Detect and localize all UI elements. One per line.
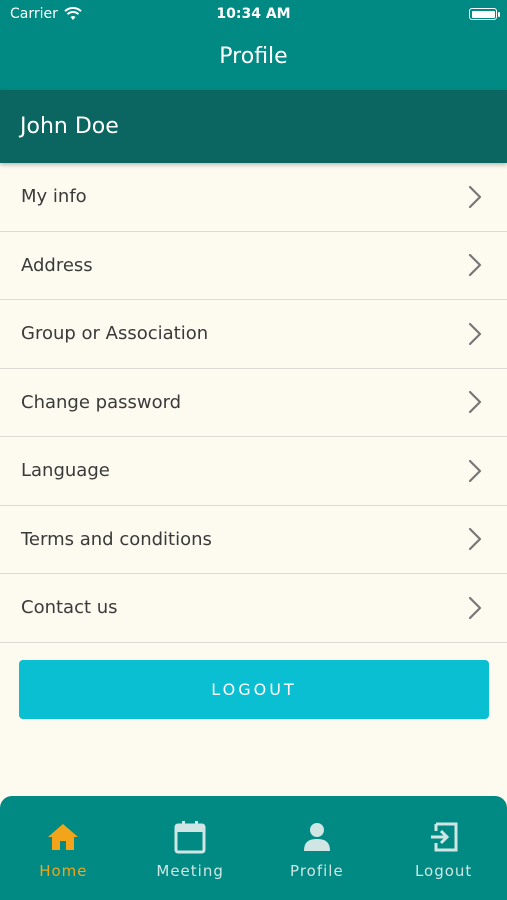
home-icon — [46, 820, 80, 854]
tab-home[interactable]: Home — [0, 796, 127, 900]
chevron-right-icon — [468, 254, 482, 277]
tab-label: Meeting — [156, 862, 224, 880]
menu-item-label: Terms and conditions — [21, 528, 212, 550]
chevron-right-icon — [468, 391, 482, 414]
header-bar: Carrier 10:34 AM Profile — [0, 0, 507, 90]
person-icon — [300, 820, 334, 854]
page-title: Profile — [219, 44, 288, 69]
user-name: John Doe — [20, 114, 119, 139]
tab-profile[interactable]: Profile — [254, 796, 381, 900]
menu-item-label: My info — [21, 186, 87, 208]
battery-icon — [469, 8, 500, 20]
tab-logout[interactable]: Logout — [380, 796, 507, 900]
chevron-right-icon — [468, 528, 482, 551]
menu-item-label: Change password — [21, 391, 182, 413]
menu-item-language[interactable]: Language — [0, 437, 507, 506]
chevron-right-icon — [468, 185, 482, 208]
menu-item-label: Address — [21, 254, 93, 276]
menu-item-change-password[interactable]: Change password — [0, 369, 507, 437]
chevron-right-icon — [468, 596, 482, 619]
user-name-bar: John Doe — [0, 90, 507, 163]
menu-item-group[interactable]: Group or Association — [0, 300, 507, 369]
tab-label: Profile — [290, 862, 344, 880]
tab-label: Logout — [414, 862, 473, 880]
menu-item-label: Language — [21, 460, 110, 482]
profile-menu: My info Address Group or Association Cha… — [0, 163, 507, 643]
logout-button[interactable]: LOGOUT — [19, 660, 489, 719]
menu-item-address[interactable]: Address — [0, 232, 507, 300]
tab-meeting[interactable]: Meeting — [127, 796, 254, 900]
calendar-icon — [173, 820, 207, 854]
chevron-right-icon — [468, 459, 482, 482]
menu-item-label: Contact us — [21, 597, 118, 619]
status-time: 10:34 AM — [216, 6, 291, 22]
menu-item-label: Group or Association — [21, 323, 209, 345]
status-bar: Carrier 10:34 AM — [0, 0, 507, 28]
bottom-tab-bar: Home Meeting Profile Logout — [0, 796, 507, 900]
logout-icon — [427, 820, 461, 854]
tab-label: Home — [39, 862, 88, 880]
menu-item-my-info[interactable]: My info — [0, 163, 507, 232]
menu-item-terms[interactable]: Terms and conditions — [0, 506, 507, 574]
menu-item-contact-us[interactable]: Contact us — [0, 574, 507, 643]
chevron-right-icon — [468, 322, 482, 345]
